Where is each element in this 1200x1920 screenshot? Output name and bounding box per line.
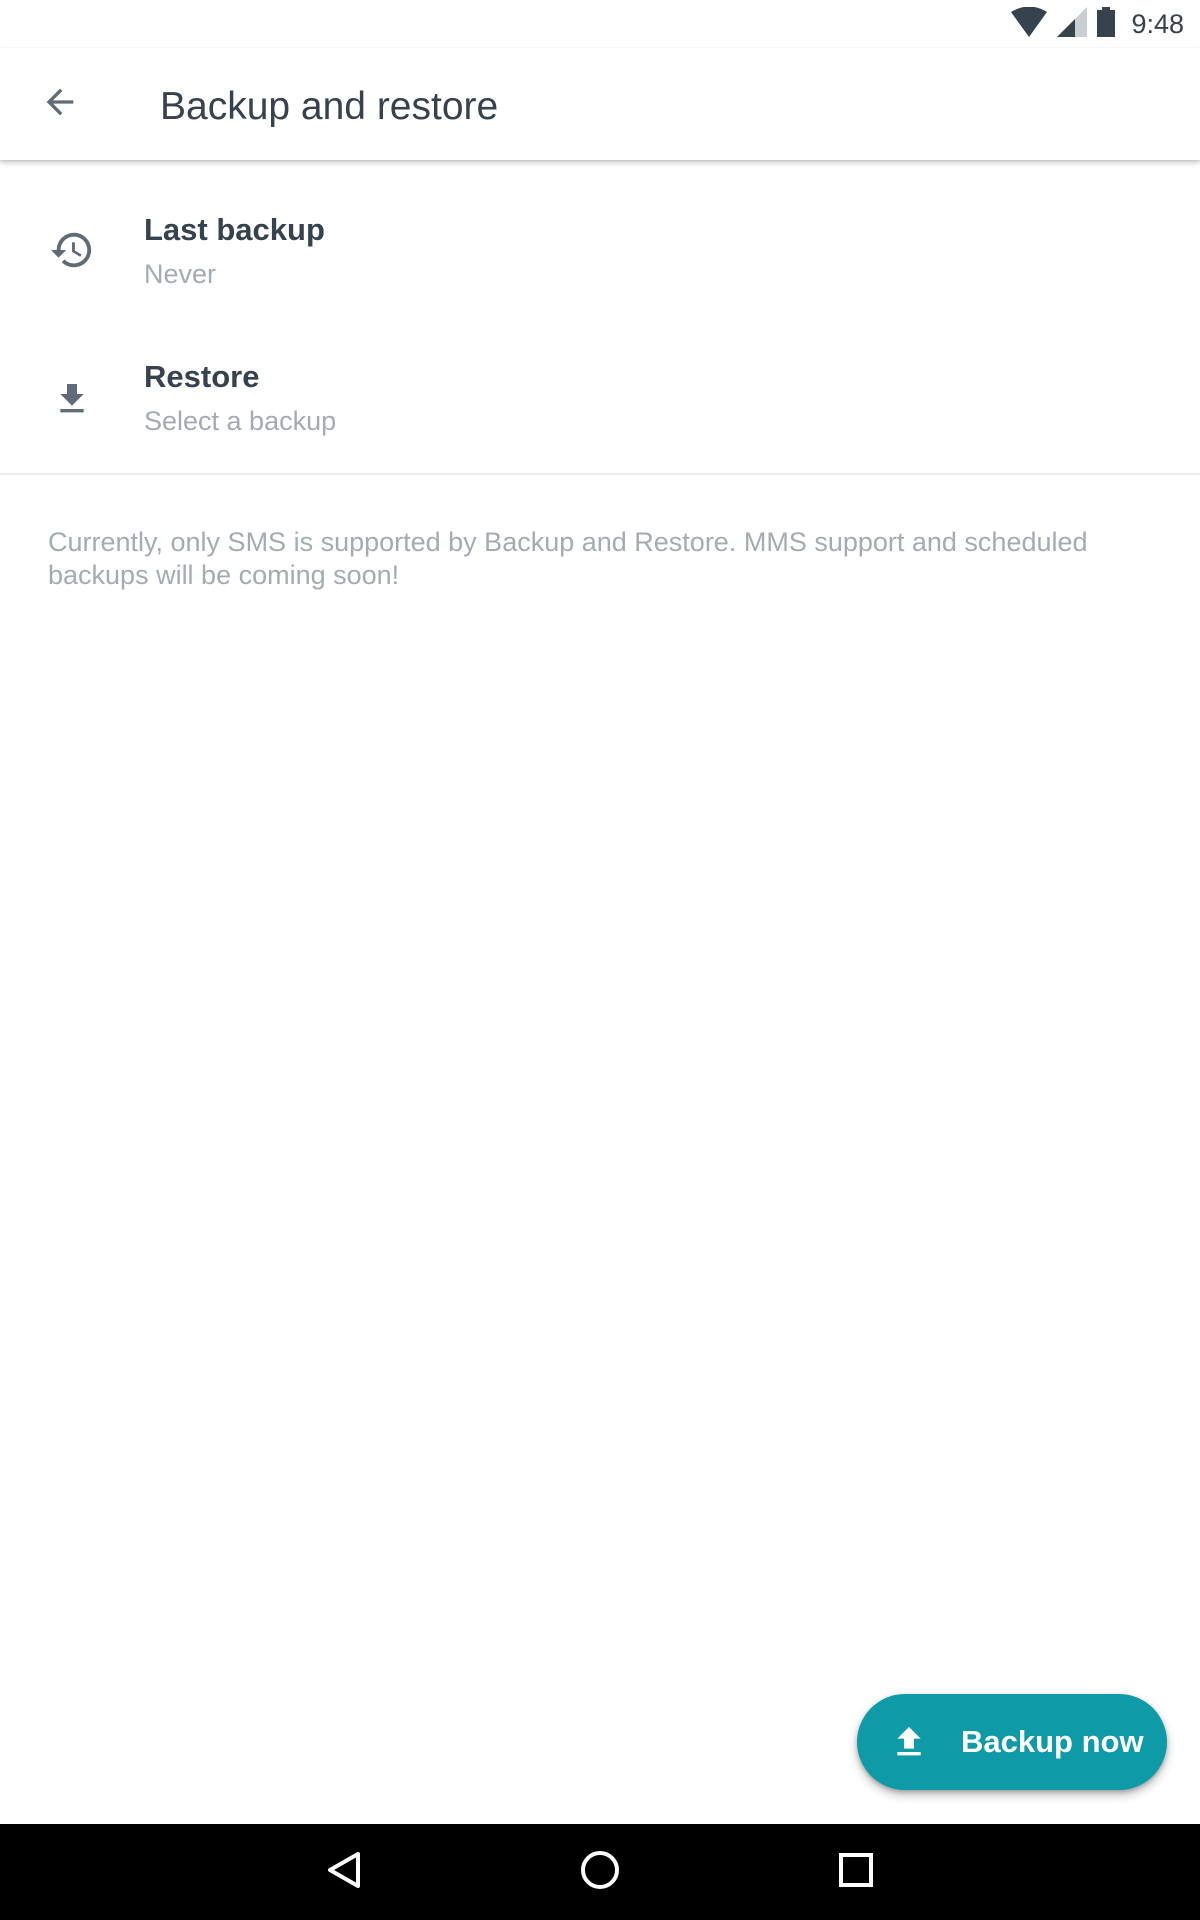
upload-icon bbox=[887, 1720, 931, 1764]
pref-title: Last backup bbox=[144, 212, 325, 247]
divider bbox=[0, 473, 1200, 475]
history-icon bbox=[48, 226, 96, 274]
nav-home-button[interactable] bbox=[568, 1840, 632, 1904]
app-bar: Backup and restore bbox=[0, 48, 1200, 160]
status-bar: 9:48 bbox=[0, 0, 1200, 48]
download-icon bbox=[48, 375, 96, 423]
battery-icon bbox=[1097, 6, 1116, 42]
backup-now-label: Backup now bbox=[961, 1724, 1144, 1759]
wifi-icon bbox=[1011, 6, 1048, 42]
arrow-back-icon bbox=[40, 82, 80, 127]
status-time: 9:48 bbox=[1131, 8, 1184, 39]
back-nav-icon bbox=[324, 1850, 364, 1895]
backup-now-button[interactable]: Backup now bbox=[857, 1694, 1167, 1790]
nav-back-button[interactable] bbox=[312, 1840, 376, 1904]
pref-summary: Never bbox=[144, 259, 217, 289]
info-text: Currently, only SMS is supported by Back… bbox=[48, 527, 1088, 590]
pref-restore[interactable]: Restore Select a backup bbox=[0, 323, 1200, 471]
back-button[interactable] bbox=[24, 68, 96, 140]
pref-summary: Select a backup bbox=[144, 406, 337, 436]
pref-last-backup[interactable]: Last backup Never bbox=[0, 174, 1200, 322]
home-nav-icon bbox=[579, 1849, 621, 1896]
recents-nav-icon bbox=[838, 1852, 874, 1893]
status-icons: 9:48 bbox=[1011, 6, 1184, 42]
cellular-signal-icon bbox=[1057, 6, 1088, 42]
navigation-bar bbox=[0, 1824, 1200, 1920]
nav-recents-button[interactable] bbox=[824, 1840, 888, 1904]
pref-title: Restore bbox=[144, 359, 260, 394]
page-title: Backup and restore bbox=[160, 85, 499, 128]
